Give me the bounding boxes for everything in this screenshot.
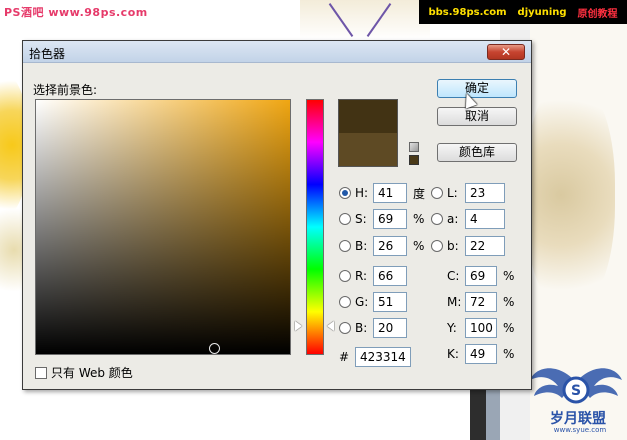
input-rgb-b[interactable]: 20 [373,318,407,338]
hsb-row-s: S: 69 % [339,209,424,229]
background-strip [470,390,486,440]
cmyk-c: C: 69 % [447,266,514,286]
rgb-row-b: B: 20 [339,318,407,338]
hue-slider[interactable] [306,99,324,355]
input-b[interactable]: 26 [373,236,407,256]
banner-site: bbs.98ps.com [428,6,507,18]
hue-slider-right-arrow-icon[interactable] [327,321,334,331]
input-r[interactable]: 66 [373,266,407,286]
input-m[interactable]: 72 [465,292,497,312]
unit-h: 度 [413,186,426,201]
unit-s: % [413,212,425,226]
radio-lab-b[interactable] [431,240,443,252]
rgb-row-g: G: 51 [339,292,407,312]
label-c: C: [447,269,460,283]
input-k[interactable]: 49 [465,344,497,364]
web-safe-swatch[interactable] [409,155,419,165]
watermark-banner: bbs.98ps.com djyuning 原创教程 [419,0,627,24]
label-b: B: [355,239,368,253]
label-s: S: [355,212,367,226]
input-h[interactable]: 41 [373,183,407,203]
web-safe-cube-icon[interactable] [409,142,419,152]
input-l[interactable]: 23 [465,183,505,203]
unit-c: % [503,269,515,283]
current-color-swatch[interactable] [338,133,398,167]
radio-b[interactable] [339,240,351,252]
lab-row-l: L: 23 [431,183,505,203]
dialog-titlebar[interactable]: 拾色器 ✕ [23,41,531,63]
unit-k: % [503,347,515,361]
label-m: M: [447,295,462,309]
color-field-marker-icon[interactable] [209,343,220,354]
label-l: L: [447,186,458,200]
radio-a[interactable] [431,213,443,225]
ok-button[interactable]: 确定 [437,79,517,98]
background-sketch [300,0,430,40]
label-lab-b: b: [447,239,459,253]
input-lab-b[interactable]: 22 [465,236,505,256]
hsb-row-h: H: 41 度 [339,183,425,203]
label-h: H: [355,186,369,200]
hue-slider-left-arrow-icon[interactable] [295,321,302,331]
input-a[interactable]: 4 [465,209,505,229]
hsb-row-b: B: 26 % [339,236,424,256]
label-a: a: [447,212,459,226]
logo-text: 岁月联盟 [550,411,606,427]
radio-rgb-b[interactable] [339,322,351,334]
watermark-left: PS酒吧 www.98ps.com [4,6,148,19]
radio-g[interactable] [339,296,351,308]
background-right-blob [525,80,615,310]
unit-b: % [413,239,425,253]
label-rgb-b: B: [355,321,368,335]
unit-m: % [503,295,515,309]
lab-row-b: b: 22 [431,236,505,256]
svg-text:S: S [571,383,581,399]
input-s[interactable]: 69 [373,209,407,229]
cmyk-m: M: 72 % [447,292,514,312]
hex-input[interactable]: 423314 [355,347,411,367]
label-y: Y: [447,321,457,335]
rgb-row-r: R: 66 [339,266,407,286]
input-y[interactable]: 100 [465,318,497,338]
label-k: K: [447,347,459,361]
select-foreground-label: 选择前景色: [33,83,98,97]
cmyk-k: K: 49 % [447,344,514,364]
color-library-button[interactable]: 颜色库 [437,143,517,162]
unit-y: % [503,321,515,335]
banner-author: djyuning [517,6,567,18]
lab-row-a: a: 4 [431,209,505,229]
color-field[interactable] [35,99,291,355]
hex-row: # 423314 [339,347,411,367]
web-only-checkbox[interactable] [35,366,47,379]
dialog-title: 拾色器 [29,47,66,61]
close-icon: ✕ [500,45,512,59]
background-strip-2 [486,390,500,440]
radio-h[interactable] [339,187,351,199]
input-c[interactable]: 69 [465,266,497,286]
input-g[interactable]: 51 [373,292,407,312]
web-only-label: 只有 Web 颜色 [51,366,133,380]
hex-label: # [339,350,350,364]
radio-s[interactable] [339,213,351,225]
label-r: R: [355,269,368,283]
radio-l[interactable] [431,187,443,199]
cmyk-y: Y: 100 % [447,318,514,338]
close-button[interactable]: ✕ [487,44,525,60]
logo-subtext: www.syue.com [553,426,607,434]
cancel-button[interactable]: 取消 [437,107,517,126]
label-g: G: [355,295,369,309]
color-picker-dialog: 拾色器 ✕ 选择前景色: 确定 取消 颜色库 H: 41 度 S: 69 % B… [22,40,532,390]
radio-r[interactable] [339,270,351,282]
banner-original: 原创教程 [577,8,618,20]
web-only-option[interactable]: 只有 Web 颜色 [35,364,133,381]
new-color-swatch [338,99,398,133]
